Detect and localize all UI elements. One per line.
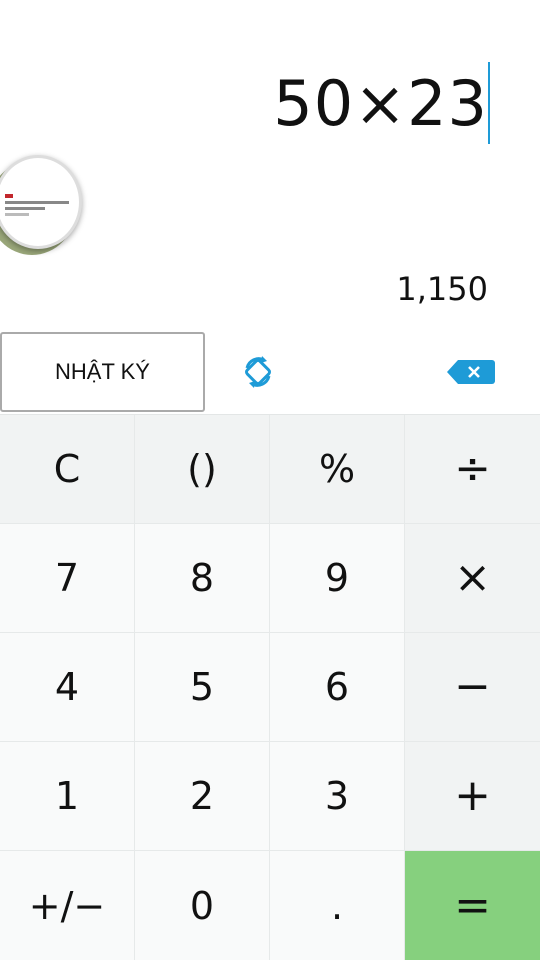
result-preview: 1,150	[396, 270, 488, 308]
key-label: 7	[54, 556, 80, 600]
notification-thumbnail-line	[5, 201, 69, 204]
key-label: 3	[324, 774, 350, 818]
key-label: 6	[324, 665, 350, 709]
rotate-button[interactable]	[236, 350, 280, 394]
calculator-toolbar: NHẬT KÝ	[0, 330, 540, 414]
rotate-icon	[245, 356, 271, 388]
expression-text[interactable]: 50×23	[273, 62, 488, 146]
decimal-point-button[interactable]: .	[270, 851, 405, 960]
digit-0-button[interactable]: 0	[135, 851, 270, 960]
key-label: ×	[454, 552, 491, 603]
clear-button[interactable]: C	[0, 415, 135, 524]
digit-5-button[interactable]: 5	[135, 633, 270, 742]
notification-thumbnail-line	[5, 207, 45, 210]
add-button[interactable]: +	[405, 742, 540, 851]
key-label: 4	[54, 665, 80, 709]
key-label: −	[454, 661, 491, 712]
equals-button[interactable]: =	[405, 851, 540, 960]
key-label: +/−	[28, 884, 106, 928]
percent-button[interactable]: %	[270, 415, 405, 524]
parentheses-button[interactable]: ()	[135, 415, 270, 524]
digit-8-button[interactable]: 8	[135, 524, 270, 633]
key-label: 0	[189, 884, 215, 928]
digit-1-button[interactable]: 1	[0, 742, 135, 851]
backspace-button[interactable]	[446, 359, 496, 385]
multiply-button[interactable]: ×	[405, 524, 540, 633]
text-cursor	[488, 62, 490, 144]
key-label: C	[53, 447, 81, 491]
key-label: 9	[324, 556, 350, 600]
digit-7-button[interactable]: 7	[0, 524, 135, 633]
divide-button[interactable]: ÷	[405, 415, 540, 524]
key-label: %	[318, 447, 356, 491]
keypad: C () % ÷ 7 8 9 × 4 5 6 − 1 2 3 + +/− 0 .…	[0, 414, 540, 960]
digit-9-button[interactable]: 9	[270, 524, 405, 633]
key-label: ()	[187, 447, 217, 491]
backspace-icon	[447, 360, 495, 384]
key-label: =	[454, 880, 491, 931]
notification-thumbnail-logo	[5, 194, 13, 198]
key-label: .	[330, 884, 344, 928]
subtract-button[interactable]: −	[405, 633, 540, 742]
key-label: 1	[54, 774, 80, 818]
calculator-display: 50×23 1,150	[0, 0, 540, 330]
digit-4-button[interactable]: 4	[0, 633, 135, 742]
history-button[interactable]: NHẬT KÝ	[0, 332, 205, 412]
key-label: 5	[189, 665, 215, 709]
key-label: 8	[189, 556, 215, 600]
digit-2-button[interactable]: 2	[135, 742, 270, 851]
key-label: 2	[189, 774, 215, 818]
digit-6-button[interactable]: 6	[270, 633, 405, 742]
notification-thumbnail-line	[5, 213, 29, 216]
floating-notification-bubble[interactable]	[0, 155, 82, 249]
plus-minus-button[interactable]: +/−	[0, 851, 135, 960]
digit-3-button[interactable]: 3	[270, 742, 405, 851]
key-label: +	[454, 770, 491, 821]
key-label: ÷	[454, 443, 491, 494]
